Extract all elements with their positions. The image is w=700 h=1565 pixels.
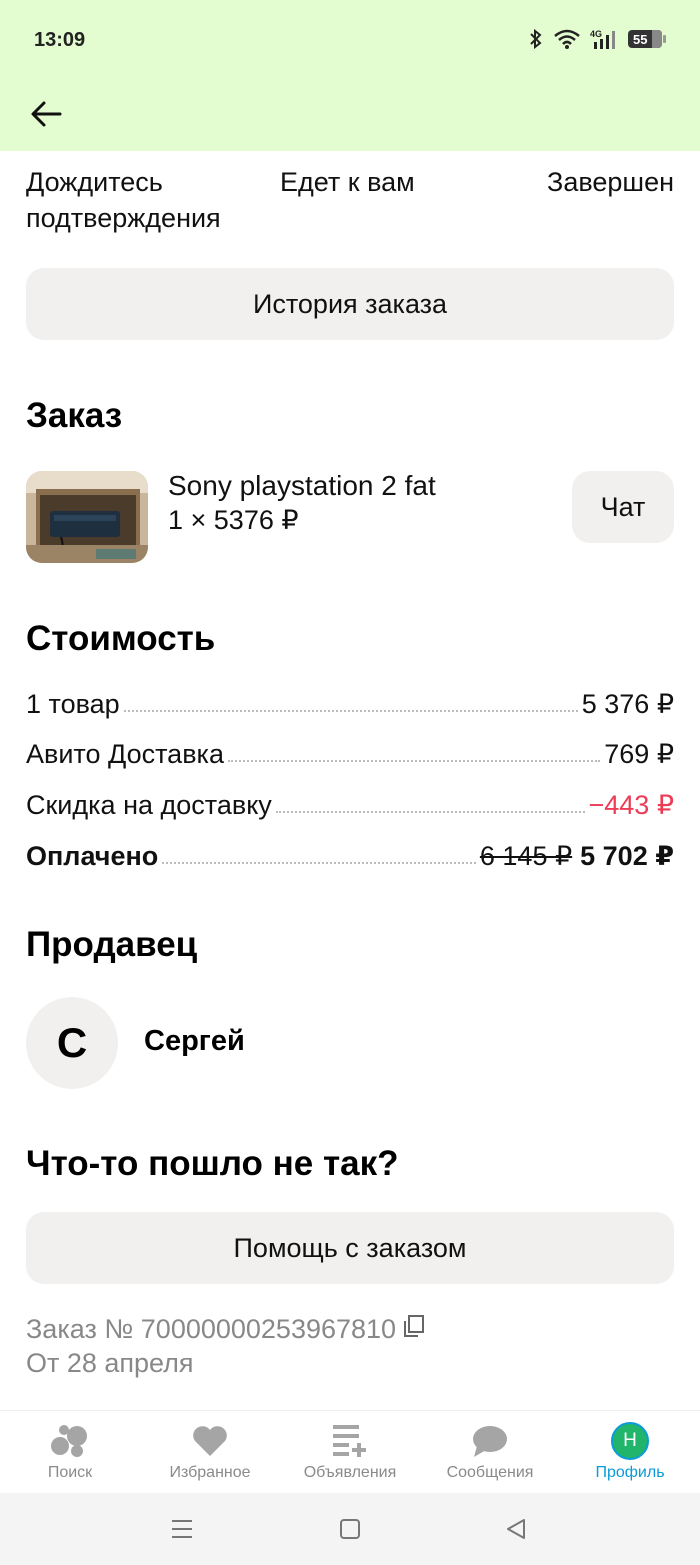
chat-bubble-icon [471,1421,509,1461]
order-section-title: Заказ [26,396,123,435]
cost-label: Скидка на доставку [26,790,272,820]
arrow-left-icon [31,101,62,127]
recent-apps-button[interactable] [162,1511,202,1547]
tab-search[interactable]: Поиск [0,1411,140,1494]
paid-label: Оплачено [26,841,159,871]
menu-lines-icon [172,1520,192,1538]
system-back-button[interactable] [496,1511,536,1547]
order-date: От 28 апреля [26,1348,194,1378]
dotted-leader [162,862,476,864]
app-header: 13:09 4G 55 [0,0,700,151]
status-time: 13:09 [34,29,86,51]
tab-listings[interactable]: Объявления [280,1411,420,1494]
paid-total: 5 702 ₽ [580,841,674,871]
back-button[interactable] [26,94,66,134]
add-listing-icon [331,1421,369,1461]
order-history-button[interactable]: История заказа [26,268,674,340]
cost-row-paid: Оплачено 6 145 ₽5 702 ₽ [26,832,674,872]
old-price: 6 145 ₽ [479,841,573,871]
tab-label: Поиск [47,1464,93,1481]
status-icons: 4G 55 [528,28,666,50]
tab-favorites[interactable]: Избранное [140,1411,280,1494]
cost-section-title: Стоимость [26,619,216,658]
svg-text:4G: 4G [590,29,602,39]
system-navigation-bar [0,1493,700,1565]
step-awaiting-confirmation: Дождитесь подтверждения [26,167,221,233]
step-completed: Завершен [547,167,674,197]
cost-row-delivery: Авито Доставка 769 ₽ [26,730,674,770]
cost-row-items: 1 товар 5 376 ₽ [26,680,674,720]
copy-icon[interactable] [402,1314,426,1345]
item-name[interactable]: Sony playstation 2 fat [168,470,436,502]
cost-row-delivery-discount: Скидка на доставку −443 ₽ [26,781,674,821]
back-triangle-icon [507,1519,525,1539]
dotted-leader [227,760,601,762]
item-quantity-price: 1 × 5376 ₽ [168,505,299,535]
order-number-text: Заказ № 70000000253967810 [26,1314,397,1344]
cost-value: 769 ₽ [604,739,674,769]
home-square-icon [340,1519,360,1539]
tab-label: Избранное [169,1464,251,1481]
seller-avatar[interactable]: С [26,997,118,1089]
heart-icon [192,1421,228,1461]
step-in-transit: Едет к вам [280,167,415,197]
dotted-leader [275,811,585,813]
order-number: Заказ № 70000000253967810 [26,1314,426,1345]
seller-name[interactable]: Сергей [144,1025,245,1058]
trouble-section-title: Что-то пошло не так? [26,1144,399,1183]
cost-value: 5 376 ₽ [581,689,674,719]
item-thumbnail[interactable] [26,471,148,563]
cost-label: Авито Доставка [26,739,224,769]
tab-label: Объявления [303,1464,397,1481]
chat-button[interactable]: Чат [572,471,674,543]
dotted-leader [123,710,578,712]
order-help-button[interactable]: Помощь с заказом [26,1212,674,1284]
bottom-tab-bar: Поиск Избранное Объявления Сообщения Н П… [0,1410,700,1493]
tab-label: Сообщения [446,1464,534,1481]
avatar: Н [611,1422,649,1460]
tab-messages[interactable]: Сообщения [420,1411,560,1494]
paid-values: 6 145 ₽5 702 ₽ [480,841,674,872]
signal-icon: 4G [590,28,618,50]
home-button[interactable] [330,1511,370,1547]
tab-label: Профиль [595,1464,665,1481]
bluetooth-icon [528,28,544,50]
seller-section-title: Продавец [26,925,198,964]
discount-value: −443 ₽ [588,790,675,820]
cost-label: 1 товар [26,689,120,719]
order-progress-steps: Дождитесь подтверждения Едет к вам Завер… [26,164,674,244]
tab-profile[interactable]: Н Профиль [560,1411,700,1494]
battery-icon: 55 [628,30,666,48]
battery-level: 55 [633,31,648,47]
search-dots-icon [50,1421,90,1461]
wifi-icon [554,29,580,49]
